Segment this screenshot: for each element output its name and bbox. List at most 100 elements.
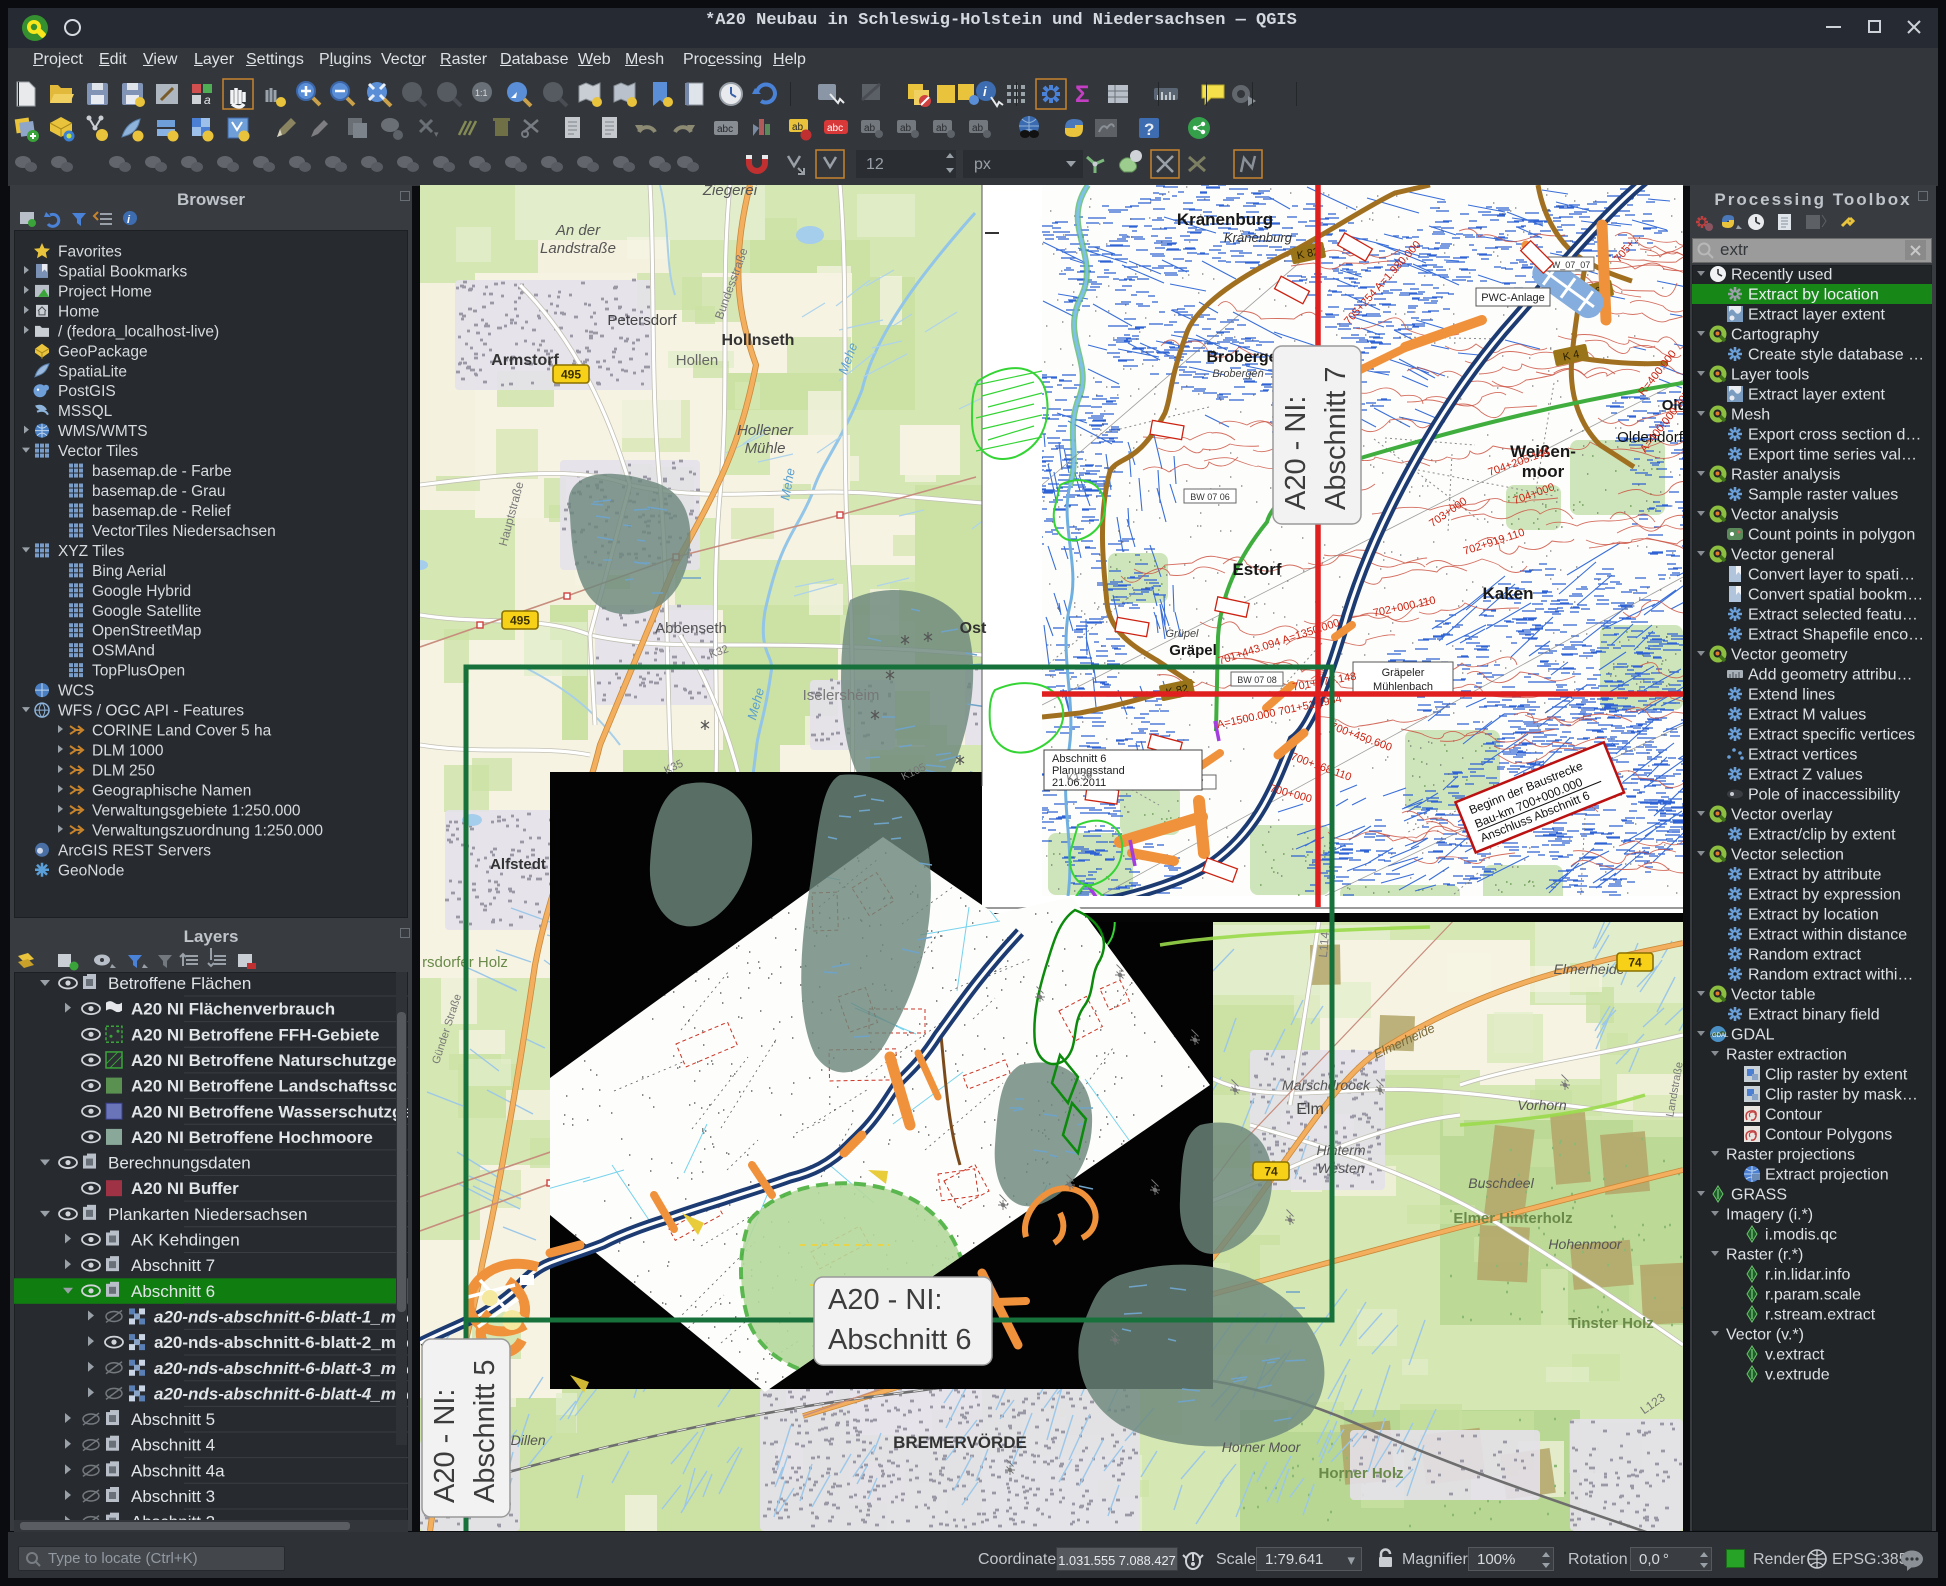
svg-text:Abschnitt 3: Abschnitt 3 <box>131 1487 215 1506</box>
svg-text:Vorhorn: Vorhorn <box>1517 1097 1567 1113</box>
svg-text:495: 495 <box>510 614 530 628</box>
svg-text:Verwaltungszuordnung 1:250.000: Verwaltungszuordnung 1:250.000 <box>92 822 323 839</box>
svg-text:Kaken: Kaken <box>1482 584 1533 603</box>
svg-text:Mesh: Mesh <box>1731 407 1770 424</box>
svg-text:Bing Aerial: Bing Aerial <box>92 563 166 580</box>
svg-text:Raster projections: Raster projections <box>1726 1147 1855 1164</box>
svg-text:a20-nds-abschnitt-6-blatt-3_mo: a20-nds-abschnitt-6-blatt-3_modifi <box>154 1359 408 1378</box>
svg-text:Mühle: Mühle <box>745 440 786 457</box>
svg-text:Add geometry attribu…: Add geometry attribu… <box>1748 667 1913 684</box>
svg-text:Hohenmoor: Hohenmoor <box>1548 1236 1622 1252</box>
svg-text:Abschnitt 5: Abschnitt 5 <box>469 1360 501 1503</box>
svg-text:Vector table: Vector table <box>1731 987 1816 1004</box>
svg-text:Vector (v.*): Vector (v.*) <box>1726 1327 1804 1344</box>
svg-text:Abschnitt 5: Abschnitt 5 <box>131 1410 215 1429</box>
svg-text:Gräpeler: Gräpeler <box>1382 667 1425 679</box>
svg-text:BW 07 06: BW 07 06 <box>1190 492 1230 502</box>
svg-text:Plankarten Niedersachsen: Plankarten Niedersachsen <box>108 1205 307 1224</box>
svg-text:Vector analysis: Vector analysis <box>1731 507 1839 524</box>
svg-text:Ost: Ost <box>960 620 987 637</box>
svg-text:v.extract: v.extract <box>1765 1347 1825 1364</box>
svg-text:Gräpel: Gräpel <box>1169 642 1217 659</box>
svg-text:Extract by expression: Extract by expression <box>1748 887 1901 904</box>
svg-text:Extract specific vertices: Extract specific vertices <box>1748 727 1915 744</box>
svg-text:GRASS: GRASS <box>1731 1187 1787 1204</box>
svg-text:A20 - NI:: A20 - NI: <box>828 1284 942 1316</box>
svg-text:Extract by attribute: Extract by attribute <box>1748 867 1881 884</box>
svg-text:BREMERVÖRDE: BREMERVÖRDE <box>893 1433 1027 1452</box>
svg-text:Favorites: Favorites <box>58 244 122 261</box>
svg-text:OSMAnd: OSMAnd <box>92 643 155 660</box>
svg-text:VectorTiles Niedersachsen: VectorTiles Niedersachsen <box>92 523 276 540</box>
svg-text:MSSQL: MSSQL <box>58 403 113 420</box>
svg-text:Vector selection: Vector selection <box>1731 847 1844 864</box>
svg-text:a20-nds-abschnitt-6-blatt-1_mo: a20-nds-abschnitt-6-blatt-1_modifi <box>154 1307 408 1326</box>
svg-text:Clip raster by mask…: Clip raster by mask… <box>1765 1087 1918 1104</box>
svg-text:Contour Polygons: Contour Polygons <box>1765 1127 1892 1144</box>
svg-text:Extract Shapefile enco…: Extract Shapefile enco… <box>1748 627 1924 644</box>
svg-text:Export time series val…: Export time series val… <box>1748 447 1917 464</box>
svg-text:Buschdeel: Buschdeel <box>1468 1175 1534 1191</box>
svg-text:basemap.de - Farbe: basemap.de - Farbe <box>92 463 232 480</box>
svg-text:Random extract: Random extract <box>1748 947 1861 964</box>
svg-text:Extract Z values: Extract Z values <box>1748 767 1863 784</box>
svg-text:i: i <box>983 84 987 99</box>
svg-text:Abschnitt 6: Abschnitt 6 <box>828 1324 971 1356</box>
svg-text:Abbenseth: Abbenseth <box>655 620 727 637</box>
svg-text:Iselersheim: Iselersheim <box>803 687 880 704</box>
svg-text:A20 NI Betroffene Landschaftss: A20 NI Betroffene Landschaftsschutzge <box>131 1077 408 1096</box>
svg-text:Vector Tiles: Vector Tiles <box>58 443 138 460</box>
svg-text:Spatial Bookmarks: Spatial Bookmarks <box>58 263 187 280</box>
svg-text:Σ: Σ <box>1075 81 1089 108</box>
svg-text:A20 NI Betroffene FFH-Gebiete: A20 NI Betroffene FFH-Gebiete <box>131 1025 379 1044</box>
svg-text:ab: ab <box>972 123 984 134</box>
svg-text:Vector overlay: Vector overlay <box>1731 807 1832 824</box>
svg-text:Extract layer extent: Extract layer extent <box>1748 387 1886 404</box>
svg-text:GeoNode: GeoNode <box>58 862 124 879</box>
svg-text:Grüpel: Grüpel <box>1165 628 1199 640</box>
svg-text:Count points in polygon: Count points in polygon <box>1748 527 1915 544</box>
svg-text:Export cross section d…: Export cross section d… <box>1748 427 1921 444</box>
svg-text:A20 NI Flächenverbrauch: A20 NI Flächenverbrauch <box>131 1000 335 1019</box>
svg-text:abc: abc <box>717 124 733 135</box>
svg-text:Abschnitt 6: Abschnitt 6 <box>1052 753 1106 765</box>
svg-text:Abschnitt 7: Abschnitt 7 <box>131 1256 215 1275</box>
svg-text:▾: ▾ <box>434 129 439 139</box>
svg-text:Brobergen: Brobergen <box>1212 368 1263 380</box>
svg-text:PWC-Anlage: PWC-Anlage <box>1481 292 1545 304</box>
svg-text:XYZ Tiles: XYZ Tiles <box>58 543 125 560</box>
svg-text:ab: ab <box>792 122 804 133</box>
svg-text:Ziegerei: Ziegerei <box>702 185 758 199</box>
svg-text:Westen: Westen <box>1317 1160 1364 1176</box>
svg-text:Elmerheide: Elmerheide <box>1554 961 1625 977</box>
svg-text:r.in.lidar.info: r.in.lidar.info <box>1765 1267 1850 1284</box>
svg-text:?: ? <box>1144 120 1154 139</box>
svg-text:Landstraße: Landstraße <box>540 240 616 257</box>
svg-text:12: 12 <box>866 156 884 173</box>
svg-text:CORINE Land Cover 5 ha: CORINE Land Cover 5 ha <box>92 723 272 740</box>
svg-text:Hollen: Hollen <box>676 352 719 369</box>
svg-text:Extract M values: Extract M values <box>1748 707 1866 724</box>
svg-text:74: 74 <box>1264 1165 1278 1179</box>
svg-text:Recently used: Recently used <box>1731 267 1832 284</box>
svg-text:Extract/clip by extent: Extract/clip by extent <box>1748 827 1896 844</box>
svg-text:ab: ab <box>936 123 948 134</box>
svg-text:OpenStreetMap: OpenStreetMap <box>92 623 201 640</box>
svg-text:Elm: Elm <box>1296 1101 1324 1118</box>
svg-text:495: 495 <box>561 368 581 382</box>
svg-text:ArcGIS REST Servers: ArcGIS REST Servers <box>58 842 211 859</box>
svg-text:a: a <box>204 93 211 107</box>
svg-text:Geographische Namen: Geographische Namen <box>92 782 251 799</box>
svg-text:Extract vertices: Extract vertices <box>1748 747 1857 764</box>
svg-text:Horner Moor: Horner Moor <box>1222 1439 1302 1455</box>
svg-text:Home: Home <box>58 303 99 320</box>
svg-text:a20-nds-abschnitt-6-blatt-2_mo: a20-nds-abschnitt-6-blatt-2_modifi <box>154 1333 408 1352</box>
svg-text:Broberge: Broberge <box>1206 349 1277 366</box>
svg-text:1:1: 1:1 <box>475 88 488 98</box>
svg-text:74: 74 <box>1628 956 1642 970</box>
svg-text:Hinterm: Hinterm <box>1316 1142 1365 1158</box>
svg-text:abc: abc <box>827 123 843 134</box>
svg-text:Contour: Contour <box>1765 1107 1823 1124</box>
svg-text:ab: ab <box>900 123 912 134</box>
svg-text:basemap.de - Relief: basemap.de - Relief <box>92 503 231 520</box>
